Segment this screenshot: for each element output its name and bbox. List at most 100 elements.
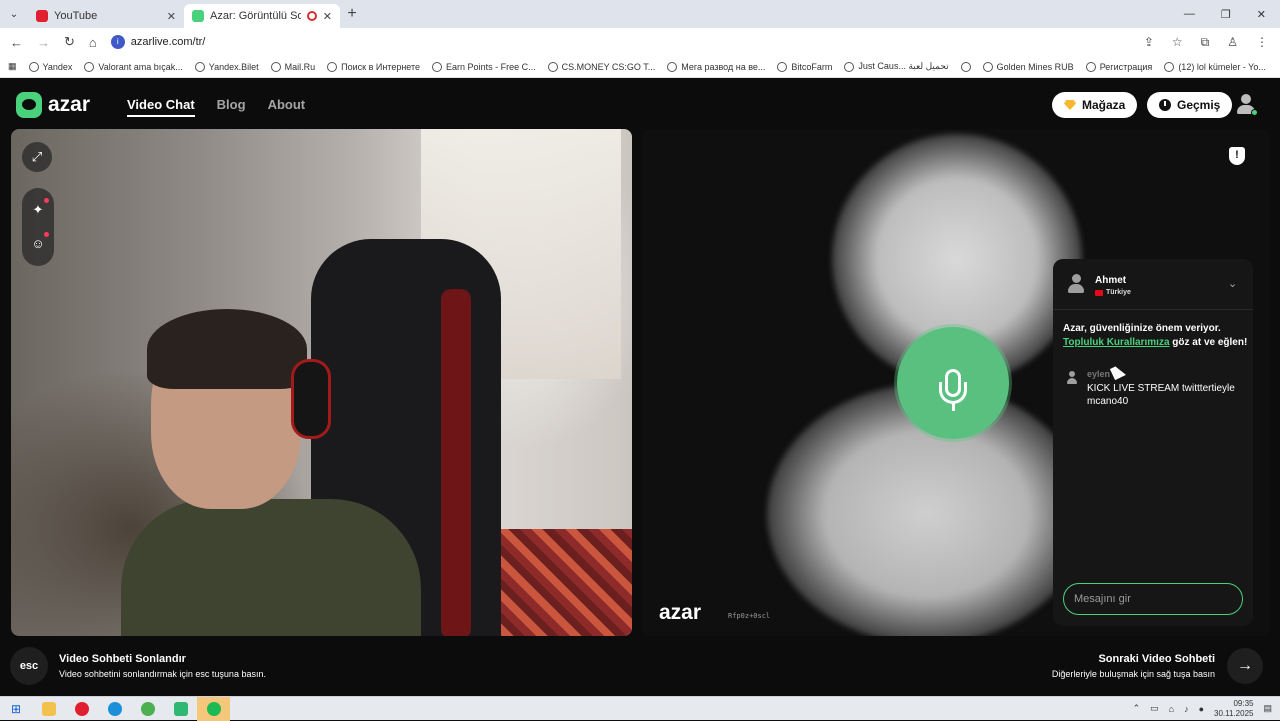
new-tab-icon[interactable]: +	[340, 5, 364, 23]
maximize-icon[interactable]: ❐	[1221, 8, 1231, 21]
url-text: azarlive.com/tr/	[130, 36, 206, 48]
back-icon[interactable]: ←	[10, 35, 23, 50]
bookmark-icon	[327, 61, 338, 72]
face-filter-icon[interactable]: ☺	[30, 236, 46, 252]
chat-message-input[interactable]	[1063, 583, 1243, 615]
next-chat-title: Sonraki Video Sohbeti	[1098, 653, 1215, 665]
spotify-icon	[206, 701, 221, 716]
local-user-figure	[121, 289, 421, 636]
bookmarks-bar: ▦ Yandex Valorant ama bıçak... Yandex.Bi…	[0, 56, 1280, 78]
chrome-icon	[140, 701, 155, 716]
azar-logo[interactable]: azar	[16, 92, 90, 118]
tab-search-icon[interactable]: ⌄	[0, 9, 28, 20]
profile-icon[interactable]: ♙	[1227, 35, 1238, 50]
bookmark-icon	[270, 61, 281, 72]
bookmark-item[interactable]: BitcoFarm	[777, 61, 832, 72]
expand-icon[interactable]: ⤢	[22, 142, 52, 172]
apps-icon[interactable]: ▦	[8, 61, 17, 72]
bookmark-item[interactable]: Yandex.Bilet	[194, 61, 259, 72]
gem-icon	[1064, 100, 1076, 110]
home-icon[interactable]: ⌂	[89, 35, 97, 50]
bookmark-icon	[194, 61, 205, 72]
tray-network-icon[interactable]: ⌂	[1169, 704, 1174, 714]
tab-azar[interactable]: Azar: Görüntülü Sohbet, Ye ✕	[184, 4, 340, 28]
end-chat-button[interactable]: esc	[10, 647, 48, 685]
url-field[interactable]: i azarlive.com/tr/	[110, 35, 206, 49]
online-status-icon	[1251, 109, 1258, 116]
bookmark-item[interactable]: Yandex	[28, 61, 72, 72]
bookmark-item[interactable]: Регистрация	[1085, 61, 1152, 72]
bookmark-item[interactable]: Mail.Ru	[270, 61, 315, 72]
bookmark-item[interactable]: Поиск в Интернете	[327, 61, 420, 72]
bookmark-icon	[1164, 61, 1175, 72]
effects-controls: ✦ ☺	[22, 188, 54, 266]
end-chat-title: Video Sohbeti Sonlandır	[59, 653, 186, 665]
bookmark-icon	[844, 61, 855, 72]
notifications-icon[interactable]: ▤	[1263, 703, 1272, 714]
tray-mic-icon[interactable]: ●	[1199, 704, 1204, 714]
minimize-icon[interactable]: —	[1184, 8, 1195, 21]
bookmark-item[interactable]: Golden Mines RUB	[982, 61, 1074, 72]
next-chat-subtitle: Diğerleriyle buluşmak için sağ tuşa bası…	[1051, 669, 1215, 679]
partner-country: Türkiye	[1095, 289, 1131, 296]
tab-close-icon[interactable]: ✕	[323, 10, 332, 23]
partner-avatar	[1068, 274, 1086, 296]
os-taskbar: ⊞ ⌃ ▭ ⌂ ♪ ● 09:35 30.11.2025 ▤	[0, 696, 1280, 721]
history-button[interactable]: Geçmiş	[1147, 92, 1233, 118]
bookmark-item[interactable]: Valorant ama bıçak...	[84, 61, 183, 72]
bookmark-icon	[667, 61, 678, 72]
bookmark-icon	[432, 61, 443, 72]
community-guidelines-link[interactable]: Topluluk Kurallarımıza	[1063, 337, 1170, 348]
store-button[interactable]: Mağaza	[1052, 92, 1138, 118]
chat-header: Ahmet Türkiye ⌄	[1053, 259, 1253, 310]
install-icon[interactable]: ⇪	[1144, 35, 1154, 50]
extensions-icon[interactable]: ⧉	[1201, 35, 1210, 50]
bookmark-item[interactable]: (12) lol kümeler - Yo...	[1164, 61, 1266, 72]
reload-icon[interactable]: ↻	[64, 34, 75, 50]
tab-close-icon[interactable]: ✕	[167, 10, 176, 23]
nav-blog[interactable]: Blog	[217, 97, 246, 117]
tray-chevron-up-icon[interactable]: ⌃	[1133, 703, 1141, 714]
bookmark-icon	[982, 61, 993, 72]
bookmark-item[interactable]	[960, 61, 971, 72]
next-chat-button[interactable]: →	[1227, 648, 1263, 684]
window-controls: — ❐ ✕	[1184, 8, 1280, 21]
turkey-flag-icon	[1095, 289, 1103, 296]
clock-icon	[1159, 99, 1171, 111]
taskbar-chrome[interactable]	[131, 697, 164, 721]
profile-avatar[interactable]	[1236, 94, 1258, 116]
safety-notice: Azar, güvenliğinize önem veriyor. Toplul…	[1063, 323, 1248, 348]
browser-tab-bar: ⌄ YouTube ✕ Azar: Görüntülü Sohbet, Ye ✕…	[0, 0, 1280, 28]
nav-video-chat[interactable]: Video Chat	[127, 97, 195, 117]
sparkle-effects-icon[interactable]: ✦	[30, 202, 46, 218]
message-sender: eylen	[1087, 369, 1111, 379]
bookmark-icon	[84, 61, 95, 72]
youtube-favicon-icon	[36, 10, 48, 22]
close-window-icon[interactable]: ✕	[1257, 8, 1266, 21]
tray-volume-icon[interactable]: ♪	[1184, 704, 1189, 714]
taskbar-spotify[interactable]	[197, 696, 230, 721]
windows-start-icon[interactable]: ⊞	[0, 702, 32, 716]
site-info-icon[interactable]: i	[110, 35, 125, 49]
chevron-down-icon[interactable]: ⌄	[1228, 277, 1237, 290]
recording-icon	[306, 11, 317, 21]
bookmark-icon	[960, 61, 971, 72]
bookmark-item[interactable]: Мега развод на ве...	[667, 61, 765, 72]
bookmark-star-icon[interactable]: ☆	[1172, 35, 1183, 50]
bookmark-item[interactable]: CS.MONEY CS:GO T...	[547, 61, 655, 72]
bookmark-item[interactable]: Just Caus... تحميل لعبة	[844, 61, 949, 72]
menu-icon[interactable]: ⋮	[1256, 35, 1268, 50]
forward-icon[interactable]: →	[37, 35, 50, 50]
partner-name: Ahmet	[1095, 275, 1127, 286]
bookmark-item[interactable]: Earn Points - Free C...	[432, 61, 536, 72]
tab-youtube[interactable]: YouTube ✕	[28, 4, 184, 28]
taskbar-edge[interactable]	[98, 697, 131, 721]
taskbar-opera[interactable]	[65, 697, 98, 721]
report-shield-icon[interactable]: !	[1229, 147, 1245, 165]
end-chat-subtitle: Video sohbetini sonlandırmak için esc tu…	[59, 669, 266, 679]
tray-battery-icon[interactable]: ▭	[1150, 703, 1159, 714]
taskbar-app[interactable]	[164, 697, 197, 721]
taskbar-explorer[interactable]	[32, 697, 65, 721]
system-clock[interactable]: 09:35 30.11.2025	[1214, 699, 1253, 719]
nav-about[interactable]: About	[268, 97, 306, 117]
